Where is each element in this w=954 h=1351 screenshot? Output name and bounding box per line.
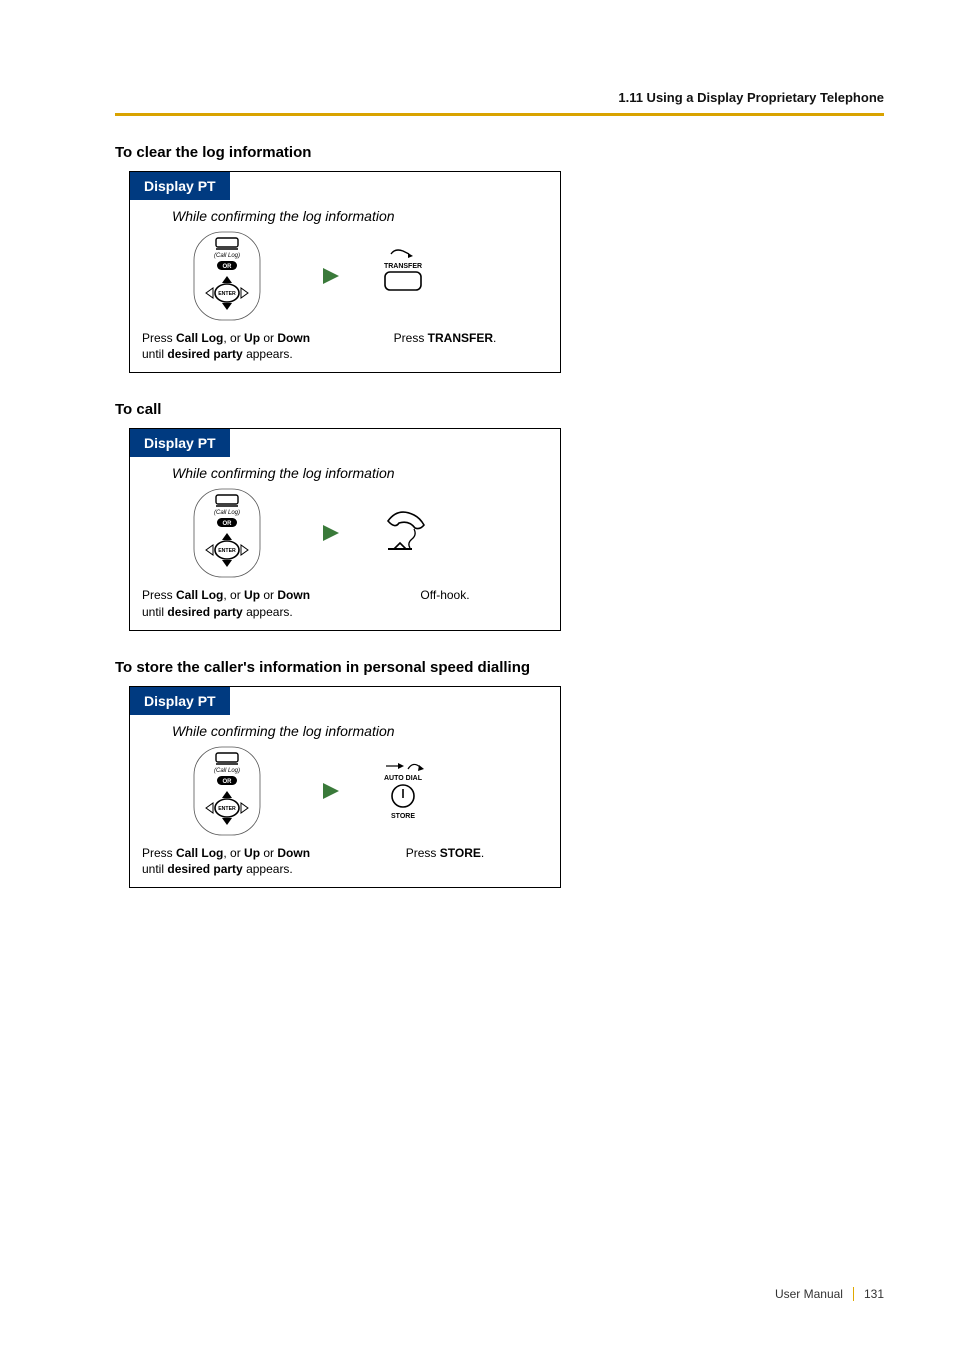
step2-caption: Press STORE. — [342, 845, 548, 877]
page-footer: User Manual131 — [775, 1287, 884, 1301]
svg-text:(Call Log): (Call Log) — [214, 768, 240, 774]
procedure-box: Display PT While confirming the log info… — [129, 686, 561, 888]
auto-dial-store-button-icon: AUTO DIAL STORE — [358, 756, 448, 826]
procedure-box: Display PT While confirming the log info… — [129, 171, 561, 373]
display-pt-tab: Display PT — [130, 172, 230, 200]
step1-caption: Press Call Log, or Up or Down until desi… — [142, 330, 342, 362]
svg-text:ENTER: ENTER — [218, 548, 236, 554]
arrow-right-icon — [320, 265, 342, 287]
call-log-nav-icon: (Call Log) OR ENTER — [172, 487, 282, 579]
svg-text:AUTO DIAL: AUTO DIAL — [384, 775, 423, 782]
off-hook-icon — [358, 503, 448, 563]
arrow-right-icon — [320, 780, 342, 802]
transfer-button-icon: TRANSFER — [358, 246, 448, 306]
arrow-right-icon — [320, 522, 342, 544]
svg-text:ENTER: ENTER — [218, 291, 236, 297]
call-log-nav-icon: (Call Log) OR ENTER — [172, 745, 282, 837]
header-rule — [115, 113, 884, 116]
section-header: 1.11 Using a Display Proprietary Telepho… — [115, 90, 884, 113]
svg-text:OR: OR — [223, 264, 233, 270]
section-title-to-call: To call — [115, 401, 884, 418]
section-title-store: To store the caller's information in per… — [115, 659, 884, 676]
context-text: While confirming the log information — [172, 465, 548, 481]
section-title-clear-log: To clear the log information — [115, 144, 884, 161]
step2-caption: Off-hook. — [342, 587, 548, 619]
call-log-nav-icon: (Call Log) OR ENTER — [172, 230, 282, 322]
context-text: While confirming the log information — [172, 208, 548, 224]
svg-text:OR: OR — [223, 779, 233, 785]
svg-text:STORE: STORE — [391, 813, 415, 820]
svg-text:(Call Log): (Call Log) — [214, 253, 240, 259]
step1-caption: Press Call Log, or Up or Down until desi… — [142, 845, 342, 877]
display-pt-tab: Display PT — [130, 429, 230, 457]
display-pt-tab: Display PT — [130, 687, 230, 715]
step2-caption: Press TRANSFER. — [342, 330, 548, 362]
procedure-box: Display PT While confirming the log info… — [129, 428, 561, 630]
step1-caption: Press Call Log, or Up or Down until desi… — [142, 587, 342, 619]
svg-text:OR: OR — [223, 521, 233, 527]
context-text: While confirming the log information — [172, 723, 548, 739]
svg-text:TRANSFER: TRANSFER — [384, 263, 422, 270]
svg-text:ENTER: ENTER — [218, 806, 236, 812]
svg-text:(Call Log): (Call Log) — [214, 510, 240, 516]
